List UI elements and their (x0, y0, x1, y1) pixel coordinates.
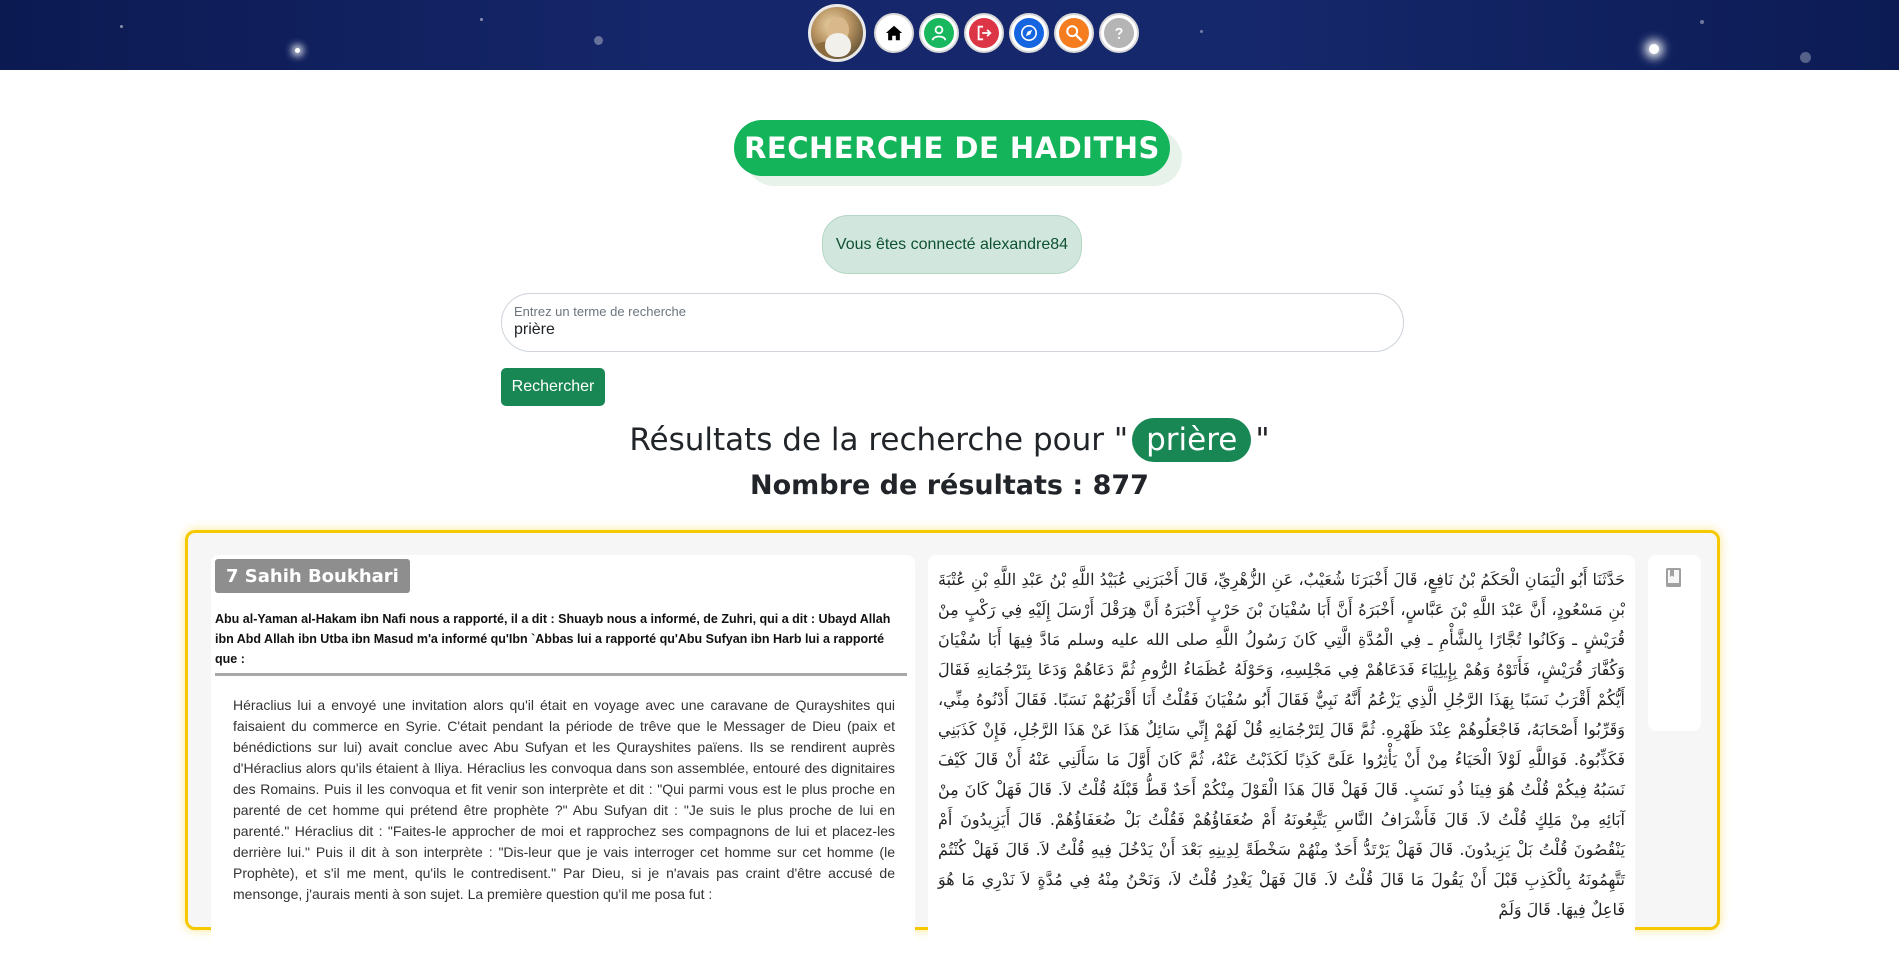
hadith-translation-panel: 7 Sahih Boukhari Abu al-Yaman al-Hakam i… (211, 555, 915, 955)
bookmark-icon[interactable] (1664, 567, 1684, 589)
star-decoration (594, 36, 603, 45)
nav-explore-button[interactable] (1008, 13, 1049, 53)
star-decoration (120, 25, 123, 28)
connected-status-alert: Vous êtes connecté alexandre84 (822, 215, 1082, 274)
star-decoration (1700, 20, 1704, 24)
nav-home-button[interactable] (873, 13, 914, 53)
search-icon (1058, 18, 1089, 48)
results-heading: Résultats de la recherche pour " prière … (0, 418, 1899, 462)
hadith-card: 7 Sahih Boukhari Abu al-Yaman al-Hakam i… (185, 530, 1720, 955)
collection-badge: 7 Sahih Boukhari (215, 559, 410, 593)
star-decoration (1200, 30, 1203, 33)
star-decoration (480, 18, 483, 21)
page-title-container: RECHERCHE DE HADITHS (734, 120, 1182, 186)
hadith-actions-panel (1648, 555, 1701, 731)
help-icon (1103, 18, 1134, 48)
nav-profile-button[interactable] (918, 13, 959, 53)
search-input-value[interactable]: prière (514, 321, 1391, 339)
results-count-value: 877 (1092, 470, 1149, 501)
hadith-arabic-panel: حَدَّثَنَا أَبُو الْيَمَانِ الْحَكَمُ بْ… (928, 555, 1635, 955)
search-input[interactable]: Entrez un terme de recherche prière (501, 293, 1404, 352)
hadith-arabic-text: حَدَّثَنَا أَبُو الْيَمَانِ الْحَكَمُ بْ… (938, 570, 1626, 919)
divider (215, 673, 907, 676)
home-icon (878, 18, 909, 48)
results-prefix: Résultats de la recherche pour " (629, 422, 1129, 458)
user-avatar[interactable] (808, 4, 866, 62)
top-navbar (0, 0, 1899, 70)
page-title: RECHERCHE DE HADITHS (734, 120, 1170, 176)
search-term-badge: prière (1132, 418, 1252, 462)
nav-help-button[interactable] (1098, 13, 1139, 53)
nav-logout-button[interactable] (963, 13, 1004, 53)
results-suffix: " (1255, 422, 1270, 458)
search-input-label: Entrez un terme de recherche (514, 304, 686, 319)
star-decoration (1649, 44, 1659, 54)
hadith-matn: Héraclius lui a envoyé une invitation al… (233, 697, 895, 902)
user-icon (923, 18, 954, 48)
star-decoration (295, 48, 300, 53)
results-count-label: Nombre de résultats : (750, 470, 1093, 501)
compass-icon (1013, 18, 1044, 48)
search-button[interactable]: Rechercher (501, 368, 605, 406)
results-count: Nombre de résultats : 877 (0, 470, 1899, 501)
hadith-isnad: Abu al-Yaman al-Hakam ibn Nafi nous a ra… (215, 612, 891, 666)
nav-search-button[interactable] (1053, 13, 1094, 53)
logout-icon (968, 18, 999, 48)
star-decoration (1800, 52, 1811, 63)
